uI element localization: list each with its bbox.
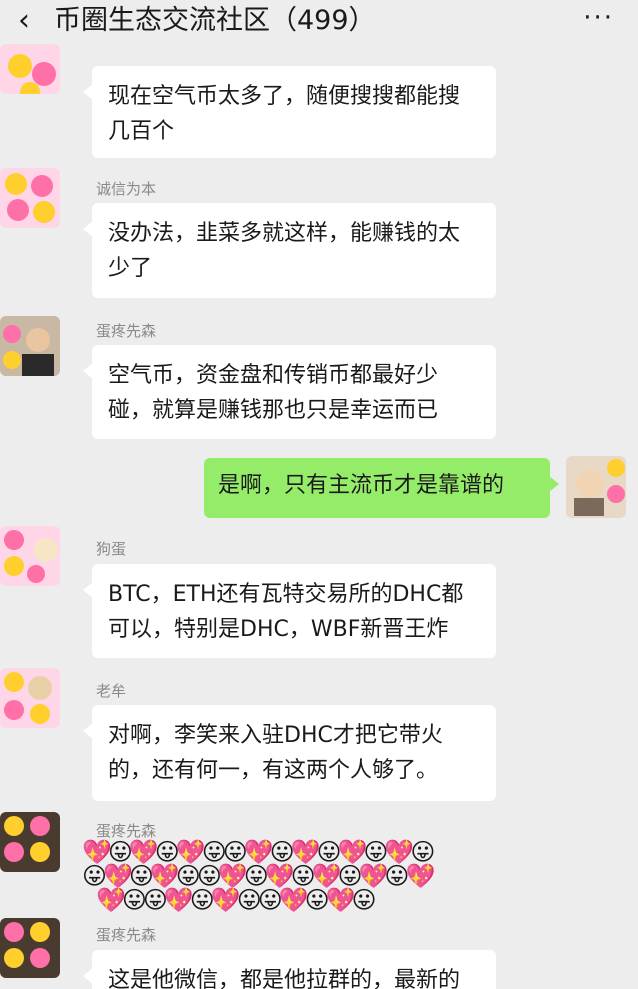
emoji-sticker-row: 💖😛😛💖😛💖😛😛💖😛💖😛 <box>96 886 377 914</box>
message-text: BTC，ETH还有瓦特交易所的DHC都可以，特别是DHC，WBF新晋王炸 <box>108 582 464 642</box>
avatar[interactable] <box>0 526 60 586</box>
back-arrow-icon[interactable]: ‹ <box>18 6 30 36</box>
message-bubble[interactable]: 这是他微信，都是他拉群的，最新的 <box>83 950 496 989</box>
message-text: 这是他微信，都是他拉群的，最新的 <box>108 968 461 989</box>
avatar[interactable] <box>0 316 60 376</box>
sender-name: 诚信为本 <box>96 180 157 198</box>
avatar[interactable] <box>0 44 60 94</box>
sender-name: 老牟 <box>96 682 127 700</box>
message-bubble[interactable]: 没办法，韭菜多就这样，能赚钱的太少了 <box>83 203 496 298</box>
message-bubble[interactable]: 对啊，李笑来入驻DHC才把它带火的，还有何一，有这两个人够了。 <box>83 705 496 801</box>
message-text: 是啊，只有主流币才是靠谱的 <box>218 473 505 498</box>
avatar[interactable] <box>0 668 60 728</box>
sender-name: 蛋疼先森 <box>96 926 157 944</box>
more-options-icon[interactable]: ··· <box>583 5 614 31</box>
sender-name: 狗蛋 <box>96 540 127 558</box>
message-text: 空气币，资金盘和传销币都最好少碰，就算是赚钱那也只是幸运而已 <box>108 363 439 423</box>
message-text: 对啊，李笑来入驻DHC才把它带火的，还有何一，有这两个人够了。 <box>108 723 443 783</box>
message-bubble[interactable]: 空气币，资金盘和传销币都最好少碰，就算是赚钱那也只是幸运而已 <box>83 345 496 439</box>
avatar[interactable] <box>0 812 60 872</box>
message-text: 没办法，韭菜多就这样，能赚钱的太少了 <box>108 221 461 281</box>
chat-title: 币圈生态交流社区（499） <box>54 5 376 36</box>
my-avatar[interactable] <box>566 456 626 518</box>
message-bubble[interactable]: BTC，ETH还有瓦特交易所的DHC都可以，特别是DHC，WBF新晋王炸 <box>83 564 496 658</box>
sender-name: 蛋疼先森 <box>96 322 157 340</box>
avatar[interactable] <box>0 918 60 978</box>
chat-header: ‹ 币圈生态交流社区（499） ··· <box>0 0 638 44</box>
message-text: 现在空气币太多了，随便搜搜都能搜几百个 <box>108 84 461 144</box>
message-bubble-self[interactable]: 是啊，只有主流币才是靠谱的 <box>204 458 559 518</box>
message-bubble[interactable]: 现在空气币太多了，随便搜搜都能搜几百个 <box>83 66 496 158</box>
avatar[interactable] <box>0 168 60 228</box>
